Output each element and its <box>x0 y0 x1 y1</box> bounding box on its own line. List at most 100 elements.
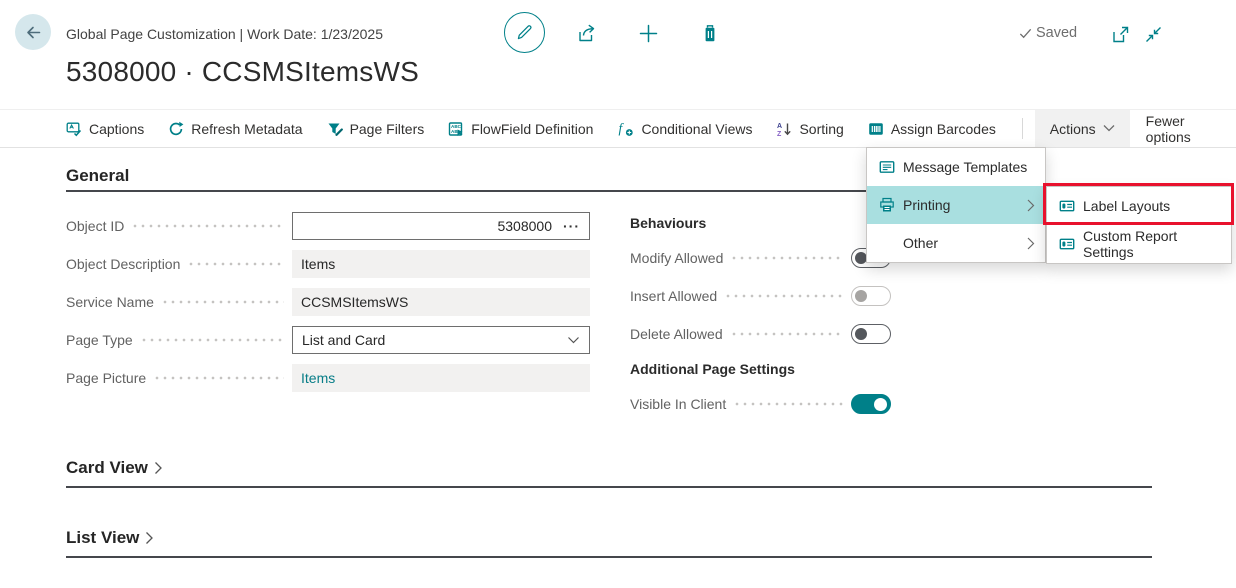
section-heading-general[interactable]: General <box>66 166 129 186</box>
collapse-icon <box>1143 24 1164 45</box>
toolbar-label: FlowField Definition <box>471 121 593 137</box>
group-heading-additional-page-settings: Additional Page Settings <box>630 361 795 377</box>
fewer-options-button[interactable]: Fewer options <box>1130 110 1236 147</box>
open-in-new-window-button[interactable] <box>1107 21 1133 47</box>
toolbar-label: Page Filters <box>350 121 425 137</box>
collapse-window-button[interactable] <box>1140 21 1166 47</box>
delete-allowed-toggle[interactable] <box>851 324 891 344</box>
toolbar-item-conditional-views[interactable]: f Conditional Views <box>617 110 752 147</box>
field-label: Delete Allowed <box>630 326 723 342</box>
dotted-leader <box>724 294 843 298</box>
chevron-right-icon <box>145 531 154 545</box>
field-object-description: Object Description Items <box>66 250 590 278</box>
chevron-down-icon <box>567 336 580 345</box>
menu-item-label: Label Layouts <box>1083 198 1170 214</box>
fewer-options-label: Fewer options <box>1146 113 1220 145</box>
back-button[interactable] <box>15 14 51 50</box>
section-divider <box>66 556 1152 558</box>
object-description-field: Items <box>292 250 590 278</box>
insert-allowed-toggle <box>851 286 891 306</box>
object-id-input[interactable]: 5308000 ··· <box>292 212 590 240</box>
menu-item-custom-report-settings[interactable]: Custom Report Settings <box>1047 225 1231 263</box>
field-label: Page Picture <box>66 370 146 386</box>
section-heading-list-view[interactable]: List View <box>66 528 154 548</box>
report-layout-icon <box>1059 236 1075 252</box>
page-filters-icon <box>327 121 343 137</box>
arrow-left-icon <box>24 23 43 42</box>
section-heading-card-view[interactable]: Card View <box>66 458 163 478</box>
actions-menu-button[interactable]: Actions <box>1035 110 1130 147</box>
new-record-button[interactable] <box>635 20 661 46</box>
assist-edit-button[interactable]: ··· <box>563 218 580 234</box>
dotted-leader <box>730 332 843 336</box>
share-icon <box>575 22 597 44</box>
printing-submenu: Label Layouts Custom Report Settings <box>1046 186 1232 264</box>
actions-label: Actions <box>1050 121 1096 137</box>
message-templates-icon <box>879 159 895 175</box>
menu-item-label: Message Templates <box>903 159 1027 175</box>
menu-item-message-templates[interactable]: Message Templates <box>867 148 1045 186</box>
actions-dropdown-menu: Message Templates Printing Other <box>866 147 1046 263</box>
menu-item-label-layouts[interactable]: Label Layouts <box>1047 187 1231 225</box>
menu-item-label: Custom Report Settings <box>1083 228 1221 260</box>
service-name-field: CCSMSItemsWS <box>292 288 590 316</box>
toolbar-item-captions[interactable]: Captions <box>66 110 144 147</box>
field-object-id: Object ID 5308000 ··· <box>66 212 590 240</box>
toolbar-item-refresh-metadata[interactable]: Refresh Metadata <box>168 110 302 147</box>
toolbar-item-assign-barcodes[interactable]: Assign Barcodes <box>868 110 996 147</box>
plus-icon <box>638 23 659 44</box>
field-label: Service Name <box>66 294 154 310</box>
popout-icon <box>1110 24 1131 45</box>
barcode-icon <box>868 121 884 137</box>
toolbar-item-flowfield-definition[interactable]: ABCAB FlowField Definition <box>448 110 593 147</box>
function-icon: f <box>617 120 634 137</box>
check-icon <box>1018 26 1033 41</box>
menu-item-printing[interactable]: Printing <box>867 186 1045 224</box>
refresh-icon <box>168 121 184 137</box>
section-label: Card View <box>66 458 148 478</box>
page-picture-field: Items <box>292 364 590 392</box>
group-heading-behaviours: Behaviours <box>630 215 706 231</box>
toolbar-item-page-filters[interactable]: Page Filters <box>327 110 425 147</box>
field-value: Items <box>301 256 335 272</box>
page: Global Page Customization | Work Date: 1… <box>0 0 1236 588</box>
toggle-row-insert-allowed: Insert Allowed <box>630 285 891 307</box>
field-label: Modify Allowed <box>630 250 723 266</box>
chevron-right-icon <box>1027 199 1035 212</box>
field-value: List and Card <box>302 332 385 348</box>
toolbar-separator <box>1022 118 1023 139</box>
page-caption: Global Page Customization | Work Date: 1… <box>66 26 383 42</box>
chevron-down-icon <box>1103 124 1115 133</box>
visible-in-client-toggle[interactable] <box>851 394 891 414</box>
menu-item-label: Printing <box>903 197 950 213</box>
page-title: 5308000 · CCSMSItemsWS <box>66 56 419 88</box>
field-value: 5308000 <box>497 218 552 234</box>
dotted-leader <box>140 338 284 342</box>
edit-button[interactable] <box>504 12 545 53</box>
svg-text:AB: AB <box>451 129 458 134</box>
toggle-row-visible-in-client: Visible In Client <box>630 393 891 415</box>
section-divider <box>66 486 1152 488</box>
section-label: List View <box>66 528 139 548</box>
menu-item-label: Other <box>903 235 938 251</box>
trash-icon <box>700 23 720 44</box>
field-label: Visible In Client <box>630 396 726 412</box>
toggle-knob <box>855 290 867 302</box>
share-button[interactable] <box>573 20 599 46</box>
dotted-leader <box>730 256 843 260</box>
svg-text:f: f <box>619 121 625 136</box>
chevron-right-icon <box>1027 237 1035 250</box>
dotted-leader <box>131 224 284 228</box>
toolbar-item-sorting[interactable]: AZ Sorting <box>776 110 843 147</box>
field-page-picture: Page Picture Items <box>66 364 590 392</box>
saved-label: Saved <box>1036 25 1077 41</box>
printer-icon <box>879 197 895 213</box>
field-value: CCSMSItemsWS <box>301 294 408 310</box>
toggle-row-delete-allowed: Delete Allowed <box>630 323 891 345</box>
delete-button[interactable] <box>697 20 723 46</box>
sort-az-icon: AZ <box>776 121 792 137</box>
page-type-select[interactable]: List and Card <box>292 326 590 354</box>
page-picture-link[interactable]: Items <box>301 370 335 386</box>
menu-item-other[interactable]: Other <box>867 224 1045 262</box>
toolbar-label: Refresh Metadata <box>191 121 302 137</box>
